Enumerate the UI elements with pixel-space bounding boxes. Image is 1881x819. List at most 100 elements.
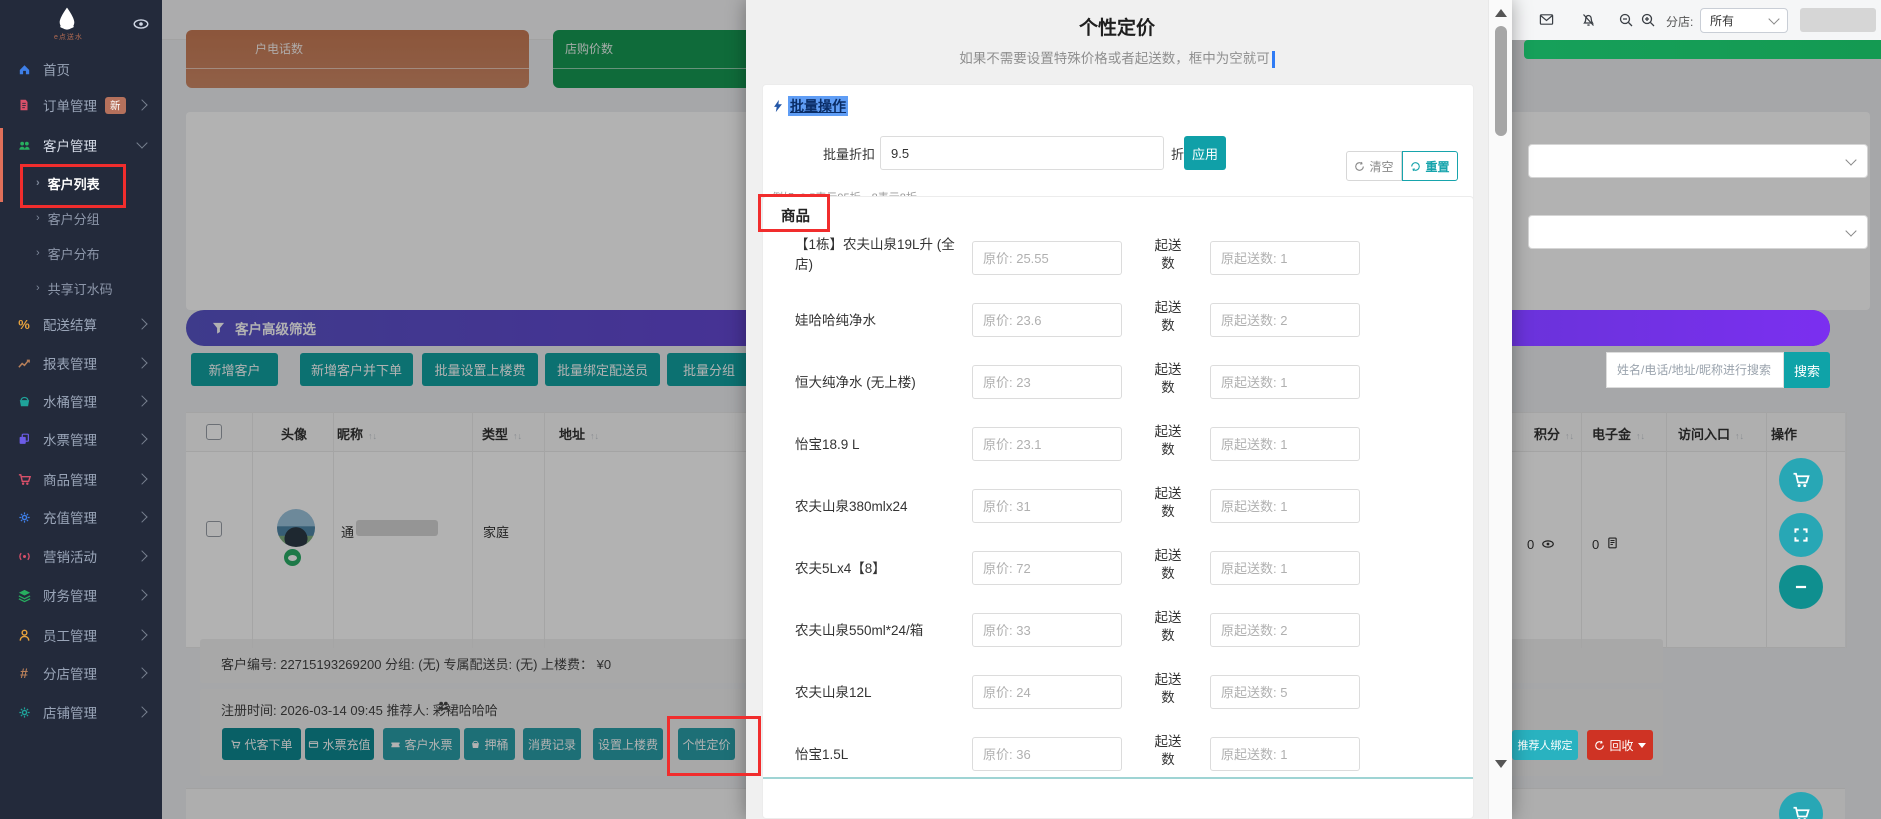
product-qty-input[interactable]: [1210, 303, 1360, 337]
chevron-right-icon: [136, 473, 148, 485]
recycle-button[interactable]: 回收: [1587, 730, 1653, 760]
product-qty-input[interactable]: [1210, 365, 1360, 399]
product-price-input[interactable]: [972, 675, 1122, 709]
sidebar-item-customer-distribution[interactable]: › 客户分布: [0, 236, 162, 270]
product-qty-input[interactable]: [1210, 613, 1360, 647]
redacted-username: [1800, 8, 1876, 32]
chevron-right-icon: [136, 357, 148, 369]
scroll-up-arrow[interactable]: [1495, 9, 1507, 17]
submenu-arrow-icon: ›: [36, 212, 40, 224]
product-name: 娃哈哈纯净水: [795, 313, 876, 328]
sidebar-item-recharge[interactable]: 充值管理: [0, 500, 162, 534]
right-filter-select-2[interactable]: [1528, 215, 1868, 249]
sidebar-item-home[interactable]: 首页: [0, 52, 162, 86]
batch-discount-input[interactable]: [880, 136, 1164, 170]
annotation-box-products: [758, 194, 830, 232]
submenu-arrow-icon: ›: [36, 247, 40, 259]
advanced-filter-bar-right: [1512, 310, 1830, 346]
sidebar-item-orders[interactable]: 订单管理 新: [0, 88, 162, 122]
product-price-input[interactable]: [972, 241, 1122, 275]
product-qty-input[interactable]: [1210, 737, 1360, 771]
sidebar-item-customers[interactable]: 客户管理: [0, 128, 162, 162]
chevron-right-icon: [136, 99, 148, 111]
product-price-input[interactable]: [972, 551, 1122, 585]
mail-icon[interactable]: [1538, 12, 1555, 27]
sidebar-item-branches[interactable]: # 分店管理: [0, 656, 162, 690]
scroll-down-arrow[interactable]: [1495, 760, 1507, 768]
sidebar-item-label: 报表管理: [43, 357, 97, 372]
chevron-down-icon: [1637, 742, 1646, 748]
product-name: 农夫山泉550ml*24/箱: [795, 623, 924, 638]
product-price-input[interactable]: [972, 303, 1122, 337]
product-name: 怡宝1.5L: [795, 747, 849, 762]
sidebar-item-label: 首页: [43, 63, 70, 78]
sidebar-item-finance[interactable]: 财务管理: [0, 578, 162, 612]
refresh-icon: [1354, 161, 1365, 172]
product-price-input[interactable]: [972, 737, 1122, 771]
row-action-collapse-button[interactable]: [1779, 565, 1823, 609]
modal-subtitle: 如果不需要设置特殊价格或者起送数，框中为空就可: [746, 47, 1488, 68]
broadcast-icon: [16, 548, 32, 564]
sidebar: e点送水 首页 订单管理 新 客户管理 › 客户列表 › 客户分组 › 客户分布…: [0, 0, 162, 819]
chevron-right-icon: [136, 550, 148, 562]
modal-subtitle-text: 如果不需要设置特殊价格或者起送数，框中为空就可: [959, 51, 1270, 66]
product-price-input[interactable]: [972, 427, 1122, 461]
chevron-right-icon: [136, 667, 148, 679]
personal-pricing-modal: 个性定价 如果不需要设置特殊价格或者起送数，框中为空就可 批量操作 批量折扣 折…: [746, 0, 1512, 819]
sidebar-item-products[interactable]: 商品管理: [0, 462, 162, 496]
new-badge: 新: [105, 96, 126, 114]
product-name: 怡宝18.9 L: [795, 437, 860, 452]
clear-label: 清空: [1369, 159, 1394, 174]
sidebar-item-delivery-settlement[interactable]: % 配送结算: [0, 307, 162, 341]
products-card: 商品 【1栋】农夫山泉19L升 (全店) 起送数 娃哈哈纯净水 起送数 恒大纯净…: [762, 196, 1474, 819]
modal-scrollbar[interactable]: [1488, 0, 1512, 819]
sidebar-item-label: 营销活动: [43, 550, 97, 565]
sidebar-item-label: 商品管理: [43, 473, 97, 488]
search-button[interactable]: 搜索: [1784, 352, 1830, 388]
sidebar-item-label: 配送结算: [43, 318, 97, 333]
row-action-cart-button[interactable]: [1779, 458, 1823, 502]
zoom-in-icon[interactable]: [1640, 12, 1656, 28]
sidebar-item-buckets[interactable]: 水桶管理: [0, 384, 162, 418]
product-price-input[interactable]: [972, 613, 1122, 647]
product-price-input[interactable]: [972, 489, 1122, 523]
copy-icon: [16, 431, 32, 447]
customers-people-icon: [16, 137, 32, 153]
person-icon: [16, 627, 32, 643]
sidebar-item-marketing[interactable]: 营销活动: [0, 539, 162, 573]
sidebar-item-employees[interactable]: 员工管理: [0, 618, 162, 652]
gear-icon: [16, 704, 32, 720]
product-qty-input[interactable]: [1210, 427, 1360, 461]
product-qty-input[interactable]: [1210, 675, 1360, 709]
chevron-right-icon: [136, 629, 148, 641]
reset-button[interactable]: 重置: [1402, 151, 1458, 181]
branch-select[interactable]: 所有: [1700, 8, 1788, 33]
scrollbar-thumb[interactable]: [1495, 26, 1507, 136]
apply-button[interactable]: 应用: [1184, 136, 1226, 170]
product-price-input[interactable]: [972, 365, 1122, 399]
branch-label: 分店:: [1666, 15, 1694, 29]
sidebar-item-water-tickets[interactable]: 水票管理: [0, 422, 162, 456]
sidebar-visibility-eye-icon[interactable]: [132, 15, 150, 33]
sidebar-item-shared-water-code[interactable]: › 共享订水码: [0, 271, 162, 305]
row-action-scan-button[interactable]: [1779, 513, 1823, 557]
product-qty-input[interactable]: [1210, 489, 1360, 523]
product-qty-input[interactable]: [1210, 241, 1360, 275]
sidebar-item-reports[interactable]: 报表管理: [0, 346, 162, 380]
chevron-right-icon: [136, 706, 148, 718]
product-qty-input[interactable]: [1210, 551, 1360, 585]
notifications-off-icon[interactable]: [1580, 12, 1597, 28]
sidebar-item-shop[interactable]: 店铺管理: [0, 695, 162, 729]
app-logo-text: e点送水: [54, 34, 83, 41]
chevron-right-icon: [136, 511, 148, 523]
chevron-down-icon: [1845, 224, 1857, 237]
scan-icon: [1792, 526, 1810, 544]
zoom-out-icon[interactable]: [1618, 12, 1634, 28]
right-filter-select-1[interactable]: [1528, 144, 1868, 178]
right-green-bar: [1524, 40, 1881, 59]
clear-button[interactable]: 清空: [1346, 151, 1402, 181]
search-input[interactable]: [1606, 352, 1784, 388]
discount-unit-label: 折: [1171, 147, 1185, 162]
min-qty-label: 起送数: [1154, 486, 1182, 520]
bind-referrer-button[interactable]: 推荐人绑定: [1512, 730, 1578, 760]
